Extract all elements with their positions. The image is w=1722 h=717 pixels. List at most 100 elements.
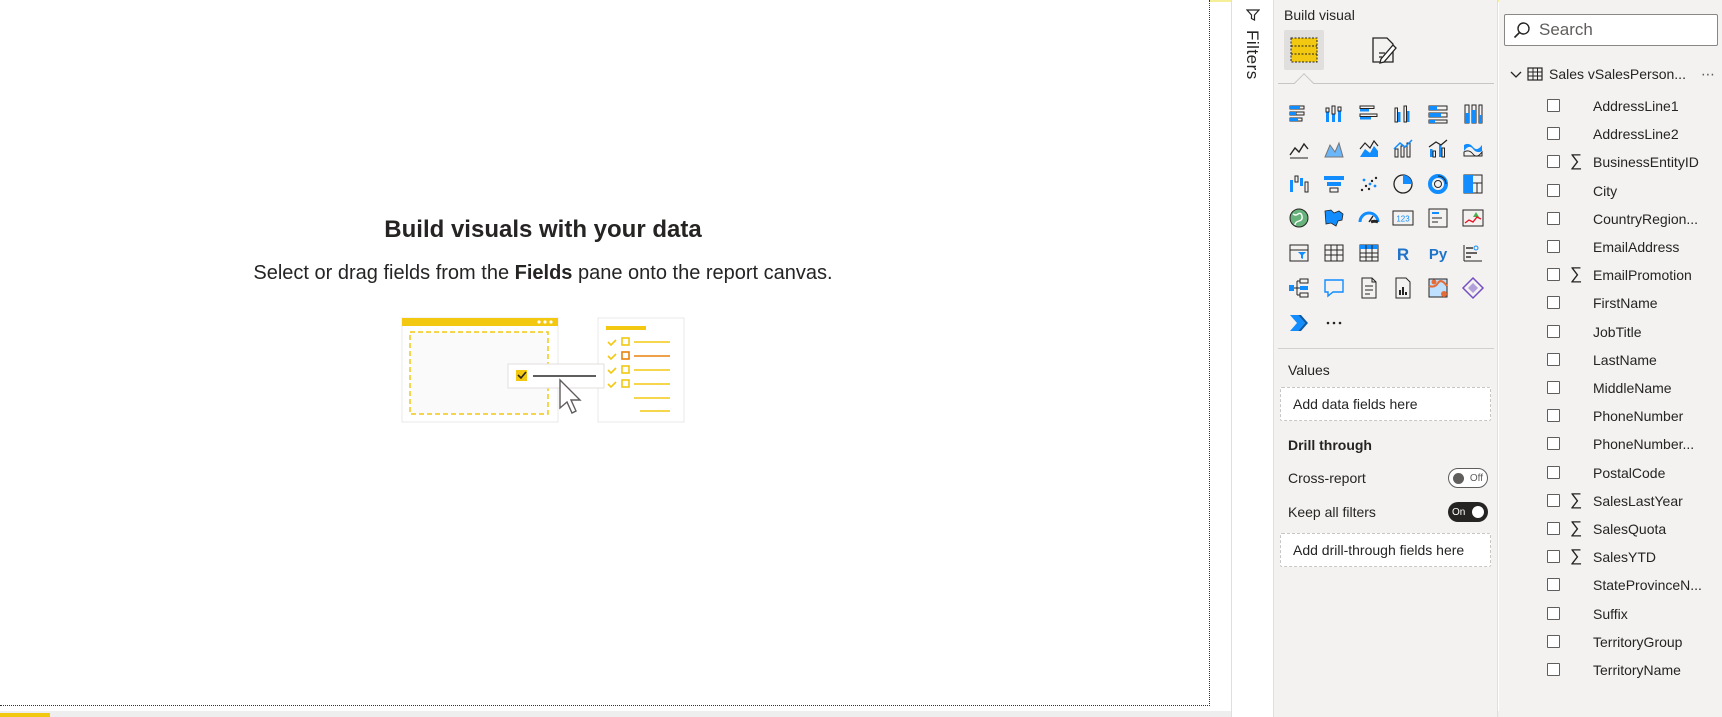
field-checkbox[interactable] [1547,550,1560,564]
100-stacked-column-chart-button[interactable] [1458,99,1488,129]
report-canvas[interactable]: Build visuals with your data Select or d… [0,0,1210,706]
field-checkbox[interactable] [1547,606,1560,620]
clustered-bar-chart-button[interactable] [1354,99,1384,129]
field-checkbox[interactable] [1547,240,1560,253]
field-item[interactable]: MiddleName [1499,374,1722,402]
field-name: Suffix [1593,605,1628,622]
field-checkbox[interactable] [1547,634,1560,648]
field-checkbox[interactable] [1547,352,1560,366]
chevron-down-icon[interactable] [1509,67,1525,81]
field-item[interactable]: City [1499,177,1722,205]
line-chart-button[interactable] [1284,134,1314,164]
field-checkbox[interactable] [1547,465,1560,479]
key-influencers-button[interactable] [1458,238,1488,268]
field-item[interactable]: PhoneNumber [1499,402,1722,430]
more-options-icon[interactable]: ⋯ [1701,66,1716,83]
field-checkbox[interactable] [1547,409,1560,423]
field-item[interactable]: PhoneNumber... [1499,430,1722,458]
table-button[interactable] [1319,238,1349,268]
stacked-bar-chart-button[interactable] [1284,99,1314,129]
funnel-button[interactable] [1319,169,1349,199]
field-item[interactable]: LastName [1499,346,1722,374]
field-checkbox[interactable] [1547,493,1560,507]
multi-row-card-button[interactable] [1423,203,1453,233]
donut-chart-button[interactable] [1423,169,1453,199]
slicer-button[interactable] [1284,238,1314,268]
field-item[interactable]: ∑ BusinessEntityID [1499,148,1722,176]
field-checkbox[interactable] [1547,99,1560,112]
field-item[interactable]: TerritoryGroup [1499,628,1722,656]
filled-map-button[interactable] [1319,203,1349,233]
field-checkbox[interactable] [1547,268,1560,282]
map-button[interactable] [1284,203,1314,233]
filters-pane-collapsed[interactable]: Filters [1231,0,1273,717]
active-page-indicator[interactable] [0,713,50,717]
line-and-stacked-column-chart-button[interactable] [1388,134,1418,164]
field-item[interactable]: AddressLine1 [1499,92,1722,120]
field-checkbox[interactable] [1547,127,1560,141]
field-checkbox[interactable] [1547,183,1560,197]
more-visuals-button[interactable] [1319,308,1349,338]
line-and-clustered-column-chart-button[interactable] [1423,134,1453,164]
fields-search-box[interactable] [1504,14,1718,46]
field-item[interactable]: CountryRegion... [1499,205,1722,233]
ribbon-chart-button[interactable] [1458,134,1488,164]
r-script-visual-button[interactable]: R [1388,238,1418,268]
empty-sub-fields-bold: Fields [514,262,573,284]
field-checkbox[interactable] [1547,522,1560,535]
keep-all-filters-toggle[interactable]: On [1448,502,1488,522]
treemap-button[interactable] [1458,169,1488,199]
card-button[interactable]: 123 [1388,203,1418,233]
q-and-a-button[interactable] [1319,273,1349,303]
field-item[interactable]: TerritoryName [1499,656,1722,684]
field-checkbox[interactable] [1547,437,1560,451]
field-item[interactable]: JobTitle [1499,318,1722,346]
format-visual-tab[interactable] [1364,30,1404,70]
field-item[interactable]: ∑ SalesQuota [1499,515,1722,543]
filters-label[interactable]: Filters [1242,30,1262,80]
gauge-button[interactable] [1354,203,1384,233]
table-icon [1324,244,1344,262]
field-item[interactable]: FirstName [1499,289,1722,317]
toggle-knob [1453,473,1464,484]
drill-through-drop-zone[interactable]: Add drill-through fields here [1280,533,1491,567]
values-drop-zone[interactable]: Add data fields here [1280,387,1491,421]
stacked-column-chart-button[interactable] [1319,99,1349,129]
clustered-column-chart-button[interactable] [1388,99,1418,129]
pie-chart-button[interactable] [1388,169,1418,199]
field-checkbox[interactable] [1547,381,1560,394]
field-item[interactable]: StateProvinceN... [1499,571,1722,599]
power-apps-button[interactable] [1458,273,1488,303]
field-item[interactable]: PostalCode [1499,459,1722,487]
field-checkbox[interactable] [1547,155,1560,169]
waterfall-chart-button[interactable] [1284,169,1314,199]
field-item[interactable]: ∑ SalesLastYear [1499,487,1722,515]
field-item[interactable]: ∑ SalesYTD [1499,543,1722,571]
search-input[interactable] [1539,20,1709,40]
scatter-chart-button[interactable] [1354,169,1384,199]
field-checkbox[interactable] [1547,211,1560,225]
field-checkbox[interactable] [1547,324,1560,338]
field-checkbox[interactable] [1547,578,1560,592]
field-item[interactable]: Suffix [1499,600,1722,628]
azure-map-button[interactable] [1423,273,1453,303]
filled-map-icon [1324,209,1344,227]
field-checkbox[interactable] [1547,663,1560,676]
100-stacked-bar-chart-button[interactable] [1423,99,1453,129]
field-checkbox[interactable] [1547,296,1560,310]
decomposition-tree-button[interactable] [1284,273,1314,303]
area-chart-button[interactable] [1319,134,1349,164]
python-visual-button[interactable]: Py [1423,238,1453,268]
stacked-area-chart-button[interactable] [1354,134,1384,164]
build-visual-tab[interactable] [1284,30,1324,70]
paginated-report-button[interactable] [1388,273,1418,303]
field-item[interactable]: ∑ EmailPromotion [1499,261,1722,289]
matrix-button[interactable] [1354,238,1384,268]
table-node[interactable]: Sales vSalesPerson... ⋯ [1509,63,1719,85]
power-automate-button[interactable] [1284,308,1314,338]
field-item[interactable]: EmailAddress [1499,233,1722,261]
cross-report-toggle[interactable]: Off [1448,468,1488,488]
kpi-button[interactable] [1458,203,1488,233]
smart-narrative-button[interactable] [1354,273,1384,303]
field-item[interactable]: AddressLine2 [1499,120,1722,148]
